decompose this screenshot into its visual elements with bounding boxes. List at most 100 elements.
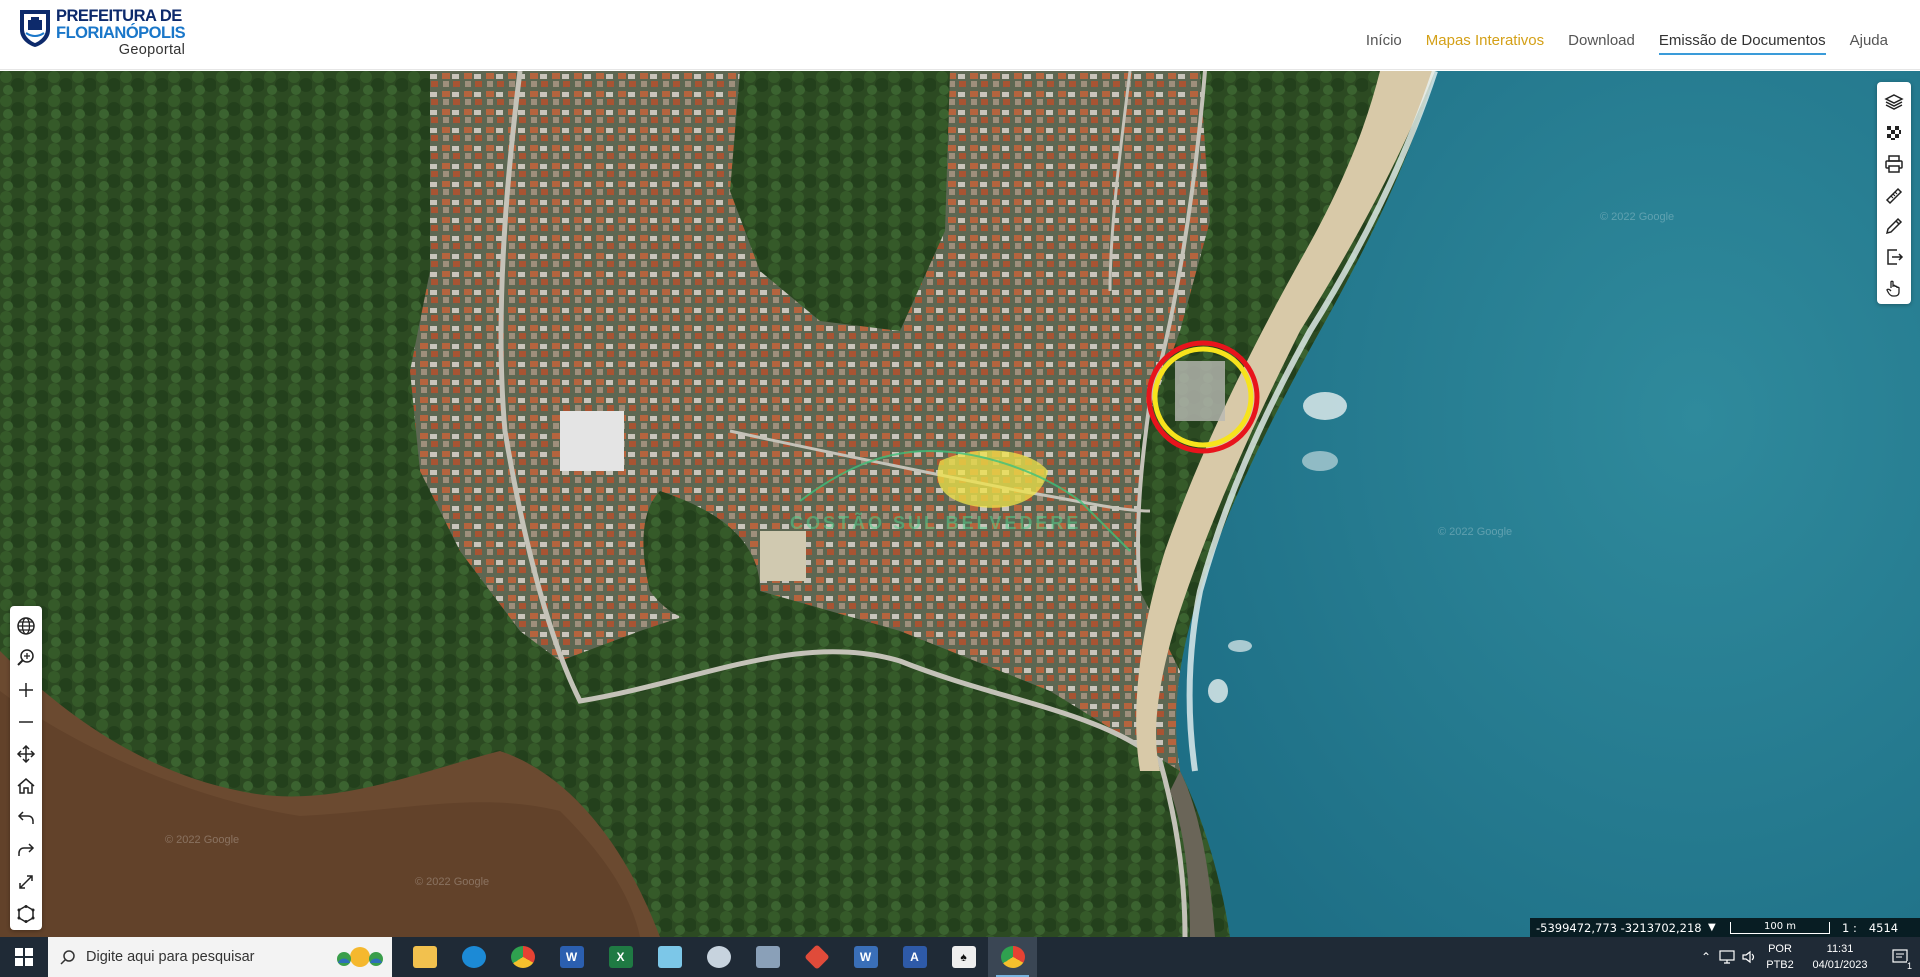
- windows-logo-icon: [15, 948, 33, 966]
- taskbar-anydesk[interactable]: [792, 937, 841, 977]
- zoom-search-button[interactable]: [12, 642, 40, 674]
- taskbar-calculator[interactable]: [743, 937, 792, 977]
- nav-inicio[interactable]: Início: [1366, 32, 1402, 55]
- paint-icon: [706, 946, 731, 968]
- pan-button[interactable]: [12, 738, 40, 770]
- pointer-button[interactable]: [1880, 273, 1908, 304]
- home-icon: [17, 778, 35, 794]
- pointer-hand-icon: [1886, 281, 1900, 298]
- satellite-imagery: [0, 71, 1920, 937]
- taskbar-search[interactable]: Digite aqui para pesquisar: [48, 937, 392, 977]
- map-view[interactable]: COSTÃO SUL BELVEDERE © 2022 Google © 202…: [0, 71, 1920, 937]
- redo-button[interactable]: [12, 834, 40, 866]
- taskbar-excel[interactable]: X: [596, 937, 645, 977]
- cards-icon: ♠: [951, 946, 976, 968]
- nav-mapas-interativos[interactable]: Mapas Interativos: [1426, 32, 1544, 55]
- undo-icon: [17, 811, 34, 824]
- zoom-in-icon: [19, 683, 33, 697]
- home-button[interactable]: [12, 770, 40, 802]
- city-shield-icon: [20, 10, 50, 47]
- coordinates-readout: -5399472,773 -3213702,218: [1536, 920, 1702, 935]
- main-nav: Início Mapas Interativos Download Emissã…: [1366, 32, 1888, 55]
- globe-icon: [17, 617, 35, 635]
- nav-ajuda[interactable]: Ajuda: [1850, 32, 1888, 55]
- nav-emissao-documentos[interactable]: Emissão de Documentos: [1658, 32, 1826, 55]
- edge-icon: [461, 946, 486, 968]
- taskbar-paint[interactable]: [694, 937, 743, 977]
- layers-button[interactable]: [1880, 86, 1908, 117]
- clock-time: 11:31: [1826, 943, 1854, 955]
- document-app-icon: A: [902, 946, 927, 968]
- print-button[interactable]: [1880, 148, 1908, 179]
- pan-icon: [16, 744, 36, 764]
- notification-count: 1: [1906, 961, 1912, 971]
- zoom-out-button[interactable]: [12, 706, 40, 738]
- taskbar-edge[interactable]: [449, 937, 498, 977]
- google-watermark-1: © 2022 Google: [165, 834, 240, 846]
- search-icon: [60, 950, 75, 965]
- taskbar-app-a[interactable]: A: [890, 937, 939, 977]
- chevron-down-icon[interactable]: ▼: [1708, 922, 1722, 933]
- volume-icon[interactable]: [1738, 937, 1760, 977]
- system-tray: ⌃ POR PTB2 11:31 04/01/2023 1: [1696, 937, 1920, 977]
- nav-download[interactable]: Download: [1568, 32, 1635, 55]
- taskbar-file-explorer[interactable]: [400, 937, 449, 977]
- logo-line-2: FLORIANÓPOLIS: [56, 23, 186, 42]
- logo-geoportal: Geoportal: [118, 42, 186, 58]
- chrome-icon: [510, 946, 535, 968]
- taskbar-word[interactable]: W: [547, 937, 596, 977]
- draw-button[interactable]: [1880, 211, 1908, 242]
- taskbar-solitaire[interactable]: ♠: [939, 937, 988, 977]
- zoom-out-icon: [19, 721, 33, 723]
- logo[interactable]: PREFEITURA DE FLORIANÓPOLIS Geoportal: [18, 8, 186, 58]
- map-area-label: COSTÃO SUL BELVEDERE: [790, 513, 1082, 533]
- map-tools-toolbar: [1877, 82, 1911, 304]
- clock[interactable]: 11:31 04/01/2023: [1800, 941, 1880, 973]
- export-button[interactable]: [1880, 242, 1908, 273]
- network-icon[interactable]: [1716, 937, 1738, 977]
- extent-button[interactable]: [12, 898, 40, 930]
- shield-icon: W: [853, 946, 878, 968]
- extent-icon: [17, 905, 35, 923]
- input-language[interactable]: POR PTB2: [1760, 941, 1800, 973]
- notifications-button[interactable]: 1: [1880, 937, 1920, 977]
- scale-bar-label: 100 m: [1730, 921, 1830, 934]
- remote-desktop-icon: [803, 944, 830, 970]
- undo-button[interactable]: [12, 802, 40, 834]
- notes-icon: [657, 946, 682, 968]
- google-watermark-2: © 2022 Google: [415, 876, 490, 888]
- zoom-search-icon: [17, 649, 34, 666]
- calculator-icon: [755, 946, 780, 968]
- windows-taskbar: Digite aqui para pesquisar W X W A ♠ ⌃ P…: [0, 937, 1920, 977]
- print-icon: [1885, 155, 1903, 173]
- search-placeholder: Digite aqui para pesquisar: [86, 949, 255, 965]
- globe-button[interactable]: [12, 610, 40, 642]
- word-icon: W: [559, 946, 584, 968]
- excel-icon: X: [608, 946, 633, 968]
- header: PREFEITURA DE FLORIANÓPOLIS Geoportal In…: [0, 0, 1920, 70]
- google-watermark-4: © 2022 Google: [1438, 526, 1513, 538]
- fullscreen-button[interactable]: [12, 866, 40, 898]
- taskbar-defender[interactable]: W: [841, 937, 890, 977]
- chrome-profile-icon: [1000, 946, 1025, 968]
- notification-icon: [1892, 949, 1908, 963]
- layers-icon: [1884, 93, 1904, 110]
- scale-ratio-value: 4514: [1868, 920, 1899, 935]
- start-button[interactable]: [0, 937, 48, 977]
- measure-icon: [1885, 187, 1903, 205]
- lang-line-2: PTB2: [1766, 959, 1794, 971]
- clock-date: 04/01/2023: [1812, 959, 1868, 971]
- chevron-up-icon[interactable]: ⌃: [1696, 950, 1716, 964]
- fullscreen-icon: [19, 875, 33, 889]
- draw-icon: [1885, 218, 1903, 235]
- taskbar-chrome[interactable]: [498, 937, 547, 977]
- taskbar-chrome-active[interactable]: [988, 937, 1037, 977]
- scale-ratio-prefix: 1 :: [1842, 920, 1857, 935]
- transparency-button[interactable]: [1880, 117, 1908, 148]
- navigation-toolbar: [10, 606, 42, 930]
- google-watermark-3: © 2022 Google: [1600, 211, 1675, 223]
- taskbar-notes[interactable]: [645, 937, 694, 977]
- coordinate-bar: -5399472,773 -3213702,218 ▼ 100 m 1 : 45…: [1530, 918, 1920, 937]
- zoom-in-button[interactable]: [12, 674, 40, 706]
- measure-button[interactable]: [1880, 179, 1908, 210]
